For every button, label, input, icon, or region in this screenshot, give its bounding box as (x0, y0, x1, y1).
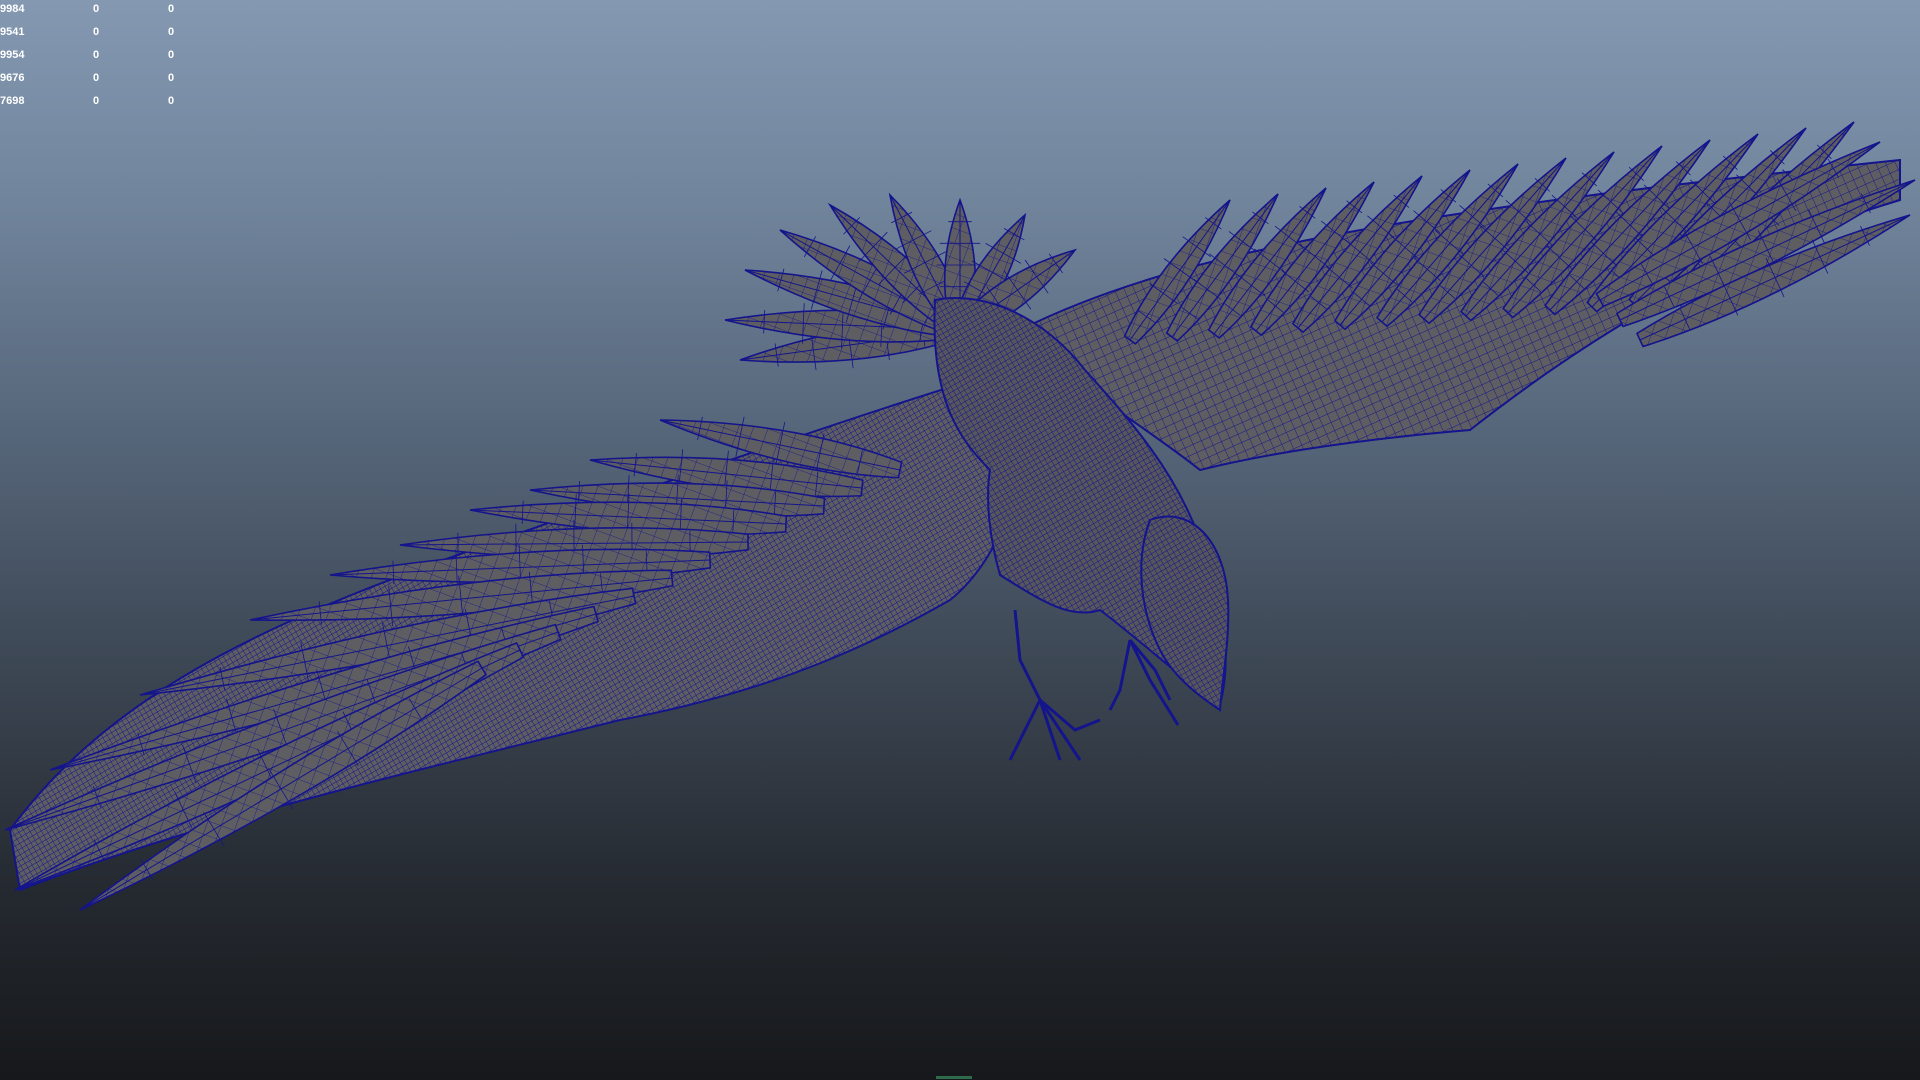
talon (1008, 609, 1042, 761)
status-marker (936, 1076, 972, 1079)
bird-wireframe-model[interactable] (0, 0, 1920, 1080)
left-wing (4, 358, 1042, 911)
right-wing (1018, 121, 1916, 472)
talon (1108, 639, 1132, 711)
head-mesh (1140, 515, 1230, 712)
3d-viewport[interactable]: 9984 0 0 9541 0 0 9954 0 0 9676 0 0 7698… (0, 0, 1920, 1080)
